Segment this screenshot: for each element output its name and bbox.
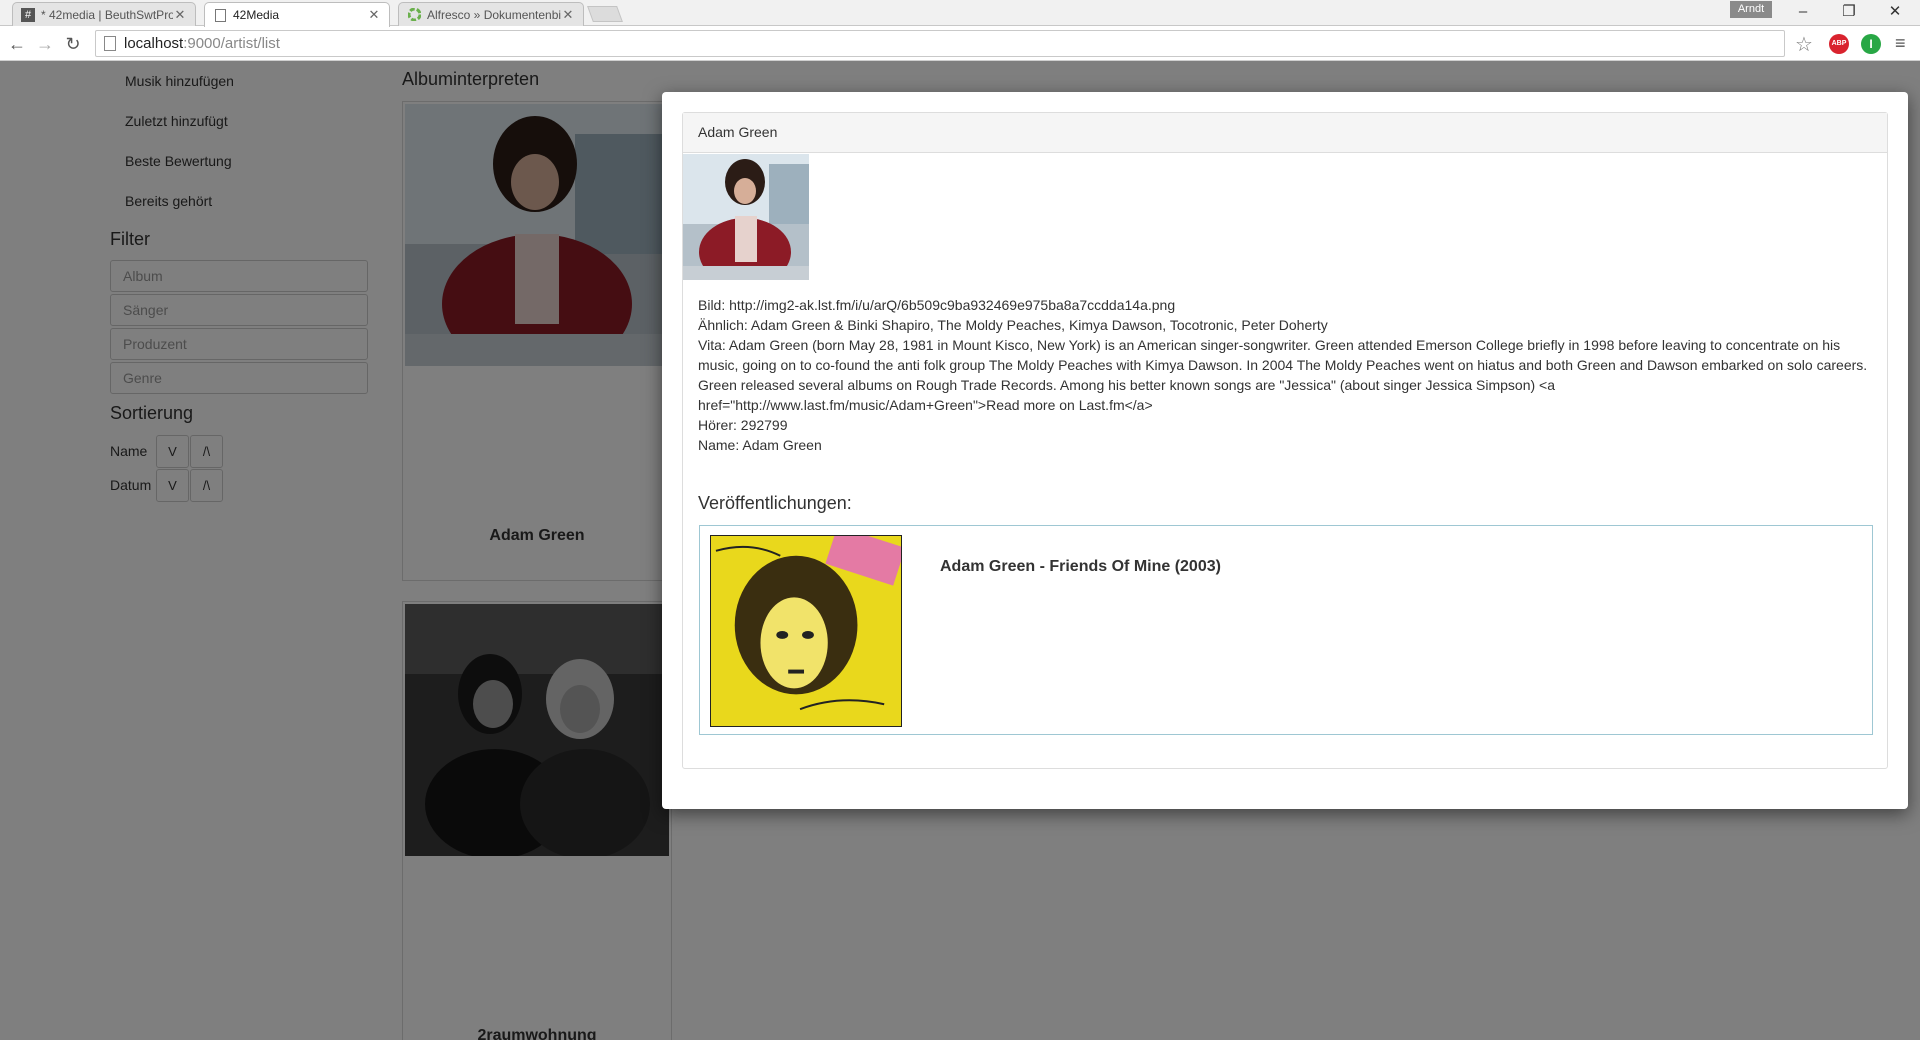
close-icon[interactable]: ✕ xyxy=(173,7,187,23)
restore-icon[interactable]: ❐ xyxy=(1826,0,1872,24)
new-tab-button[interactable] xyxy=(587,6,623,22)
album-title[interactable]: Adam Green - Friends Of Mine (2003) xyxy=(940,558,1221,576)
info-listeners: Hörer: 292799 xyxy=(698,417,788,433)
tab-title: 42Media xyxy=(233,8,280,22)
page-icon xyxy=(104,36,116,51)
close-icon[interactable]: ✕ xyxy=(367,7,381,23)
info-similar: Ähnlich: Adam Green & Binki Shapiro, The… xyxy=(698,317,1328,333)
url-path: :9000/artist/list xyxy=(183,35,280,52)
album-cover xyxy=(710,535,902,727)
bookmark-star-icon[interactable]: ☆ xyxy=(1795,32,1813,57)
menu-icon[interactable]: ≡ xyxy=(1895,33,1906,54)
browser-tab[interactable]: Alfresco » Dokumentenbil ✕ xyxy=(398,2,584,26)
artist-panel: Adam Green Bild: http://img2-ak.lst.fm/i… xyxy=(682,112,1888,769)
profile-badge[interactable]: Arndt xyxy=(1730,1,1772,18)
publications-title: Veröffentlichungen: xyxy=(698,493,852,513)
browser-tab-strip: # * 42media | BeuthSwtProj ✕ 42Media ✕ A… xyxy=(0,0,1920,27)
artist-info: Bild: http://img2-ak.lst.fm/i/u/arQ/6b50… xyxy=(698,295,1868,455)
close-icon[interactable]: ✕ xyxy=(561,7,575,23)
hash-icon: # xyxy=(21,7,35,22)
back-icon[interactable]: ← xyxy=(4,31,30,57)
url-host: localhost xyxy=(124,35,184,52)
tab-title: * 42media | BeuthSwtProj xyxy=(41,7,173,22)
info-vita: Vita: Adam Green (born May 28, 1981 in M… xyxy=(698,337,1868,413)
forward-icon[interactable]: → xyxy=(32,31,58,57)
minimize-icon[interactable]: – xyxy=(1780,0,1826,24)
panel-heading: Adam Green xyxy=(683,113,1887,153)
window-close-icon[interactable]: ✕ xyxy=(1872,0,1918,24)
tab-title: Alfresco » Dokumentenbil xyxy=(427,7,561,22)
adblock-icon[interactable]: ABP xyxy=(1829,34,1849,54)
page-icon xyxy=(213,8,227,22)
browser-tab-active[interactable]: 42Media ✕ xyxy=(204,2,390,27)
browser-tab[interactable]: # * 42media | BeuthSwtProj ✕ xyxy=(12,2,196,26)
browser-toolbar: ← → ↻ localhost :9000/artist/list ☆ ABP … xyxy=(0,27,1920,61)
artist-detail-modal: Adam Green Bild: http://img2-ak.lst.fm/i… xyxy=(662,92,1908,809)
info-image-url: Bild: http://img2-ak.lst.fm/i/u/arQ/6b50… xyxy=(698,297,1176,313)
album-item[interactable]: Adam Green - Friends Of Mine (2003) xyxy=(699,525,1873,735)
address-bar[interactable]: localhost :9000/artist/list xyxy=(95,30,1785,57)
artist-image xyxy=(683,154,809,280)
reload-icon[interactable]: ↻ xyxy=(60,31,86,57)
info-name: Name: Adam Green xyxy=(698,437,822,453)
alfresco-icon xyxy=(407,8,421,22)
extension-icon[interactable]: I xyxy=(1861,34,1881,54)
